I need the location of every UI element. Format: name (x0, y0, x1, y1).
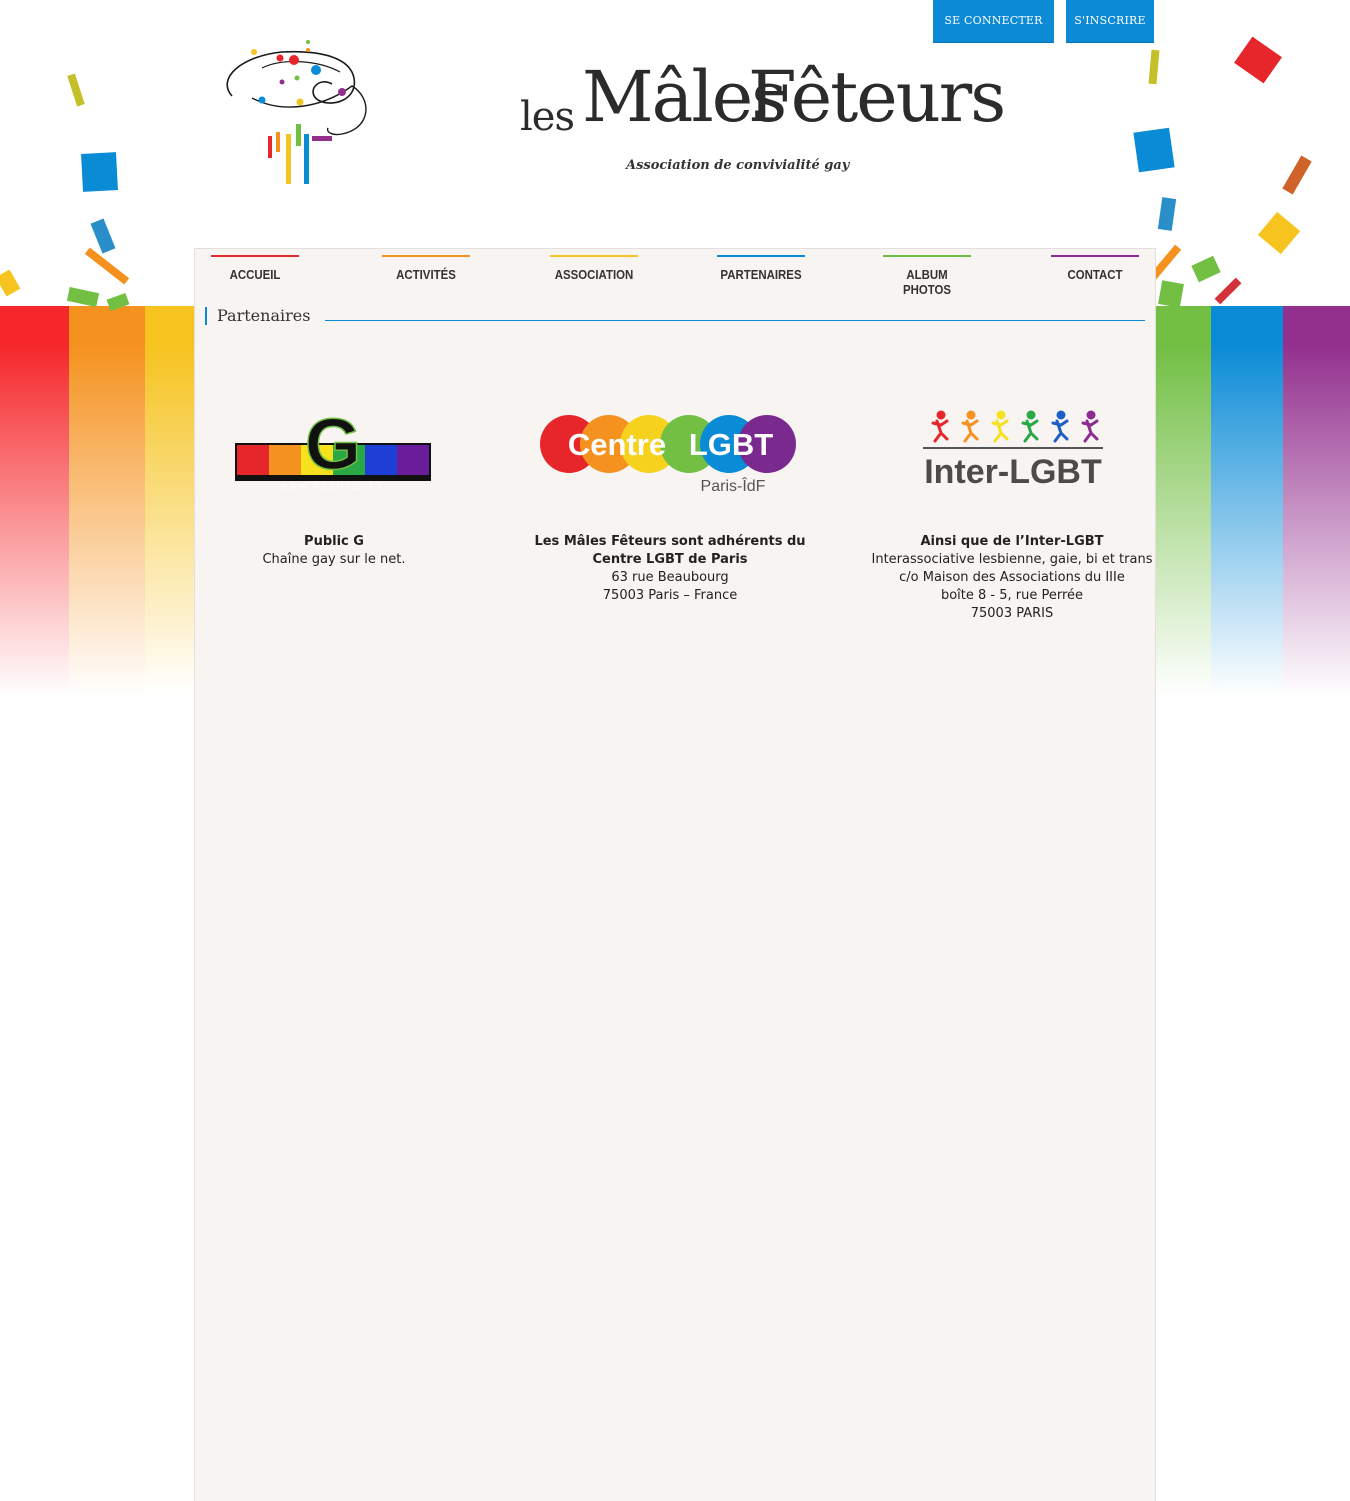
centre-lgbt-logo-text-2: LGBT (689, 427, 773, 462)
partner-inter-lgbt: Ainsi que de l’Inter-LGBT Interassociati… (862, 533, 1162, 623)
publicg-logo[interactable]: G www.PublicG.TV (233, 403, 433, 495)
partner-inter-desc: Interassociative lesbienne, gaie, bi et … (871, 552, 1153, 567)
partner-centre-addr2: 75003 Paris – France (602, 588, 738, 603)
login-button[interactable]: Se connecter (933, 0, 1054, 43)
nav-bar-accueil (211, 255, 299, 257)
nav-label: ASSOCIATION (554, 267, 634, 282)
nav-bar-activites (382, 255, 470, 257)
publicg-logo-letter: G (305, 405, 361, 485)
nav-item-album-photos[interactable]: ALBUM PHOTOS (883, 255, 971, 297)
site-emblem-icon (226, 40, 367, 184)
nav-label: ALBUM PHOTOS (902, 267, 952, 297)
rainbow-stripe-green (1155, 306, 1211, 696)
partner-publicg: Public G Chaîne gay sur le net. (184, 533, 484, 569)
partner-centre-lgbt: Les Mâles Fêteurs sont adhérents du Cent… (520, 533, 820, 605)
partner-inter-addr2: boîte 8 - 5, rue Perrée (940, 588, 1084, 603)
main-content: ACCUEIL ACTIVITÉS ASSOCIATION PARTENAIRE… (194, 248, 1156, 1501)
partner-inter-name: Ainsi que de l’Inter-LGBT (920, 534, 1104, 549)
partner-centre-addr1: 63 rue Beaubourg (611, 570, 729, 585)
partner-publicg-desc: Chaîne gay sur le net. (262, 552, 406, 567)
site-tagline: Association de convivialité gay (626, 158, 850, 173)
nav-bar-album-photos (883, 255, 971, 257)
site-title: les Mâles Fêteurs (518, 56, 1006, 166)
publicg-logo-url: www.PublicG.TV (280, 481, 384, 491)
inter-lgbt-logo-text: Inter-LGBT (924, 453, 1102, 491)
nav-item-activites[interactable]: ACTIVITÉS (382, 255, 470, 282)
nav-item-contact[interactable]: CONTACT (1051, 255, 1139, 282)
centre-lgbt-logo-sub: Paris-ÎdF (701, 476, 766, 495)
nav-bar-contact (1051, 255, 1139, 257)
nav-bar-association (550, 255, 638, 257)
rainbow-stripe-red (0, 306, 69, 696)
site-title-les: les (520, 94, 575, 140)
partner-centre-line1: Les Mâles Fêteurs sont adhérents du (534, 534, 806, 549)
nav-label: ACCUEIL (229, 267, 281, 282)
nav-item-accueil[interactable]: ACCUEIL (211, 255, 299, 282)
rainbow-stripe-blue (1211, 306, 1283, 696)
partner-inter-addr1: c/o Maison des Associations du IIIe (899, 570, 1125, 585)
page-title-divider (325, 320, 1145, 321)
site-title-feteurs: Fêteurs (748, 56, 1006, 138)
signup-button[interactable]: S'inscrire (1066, 0, 1154, 43)
nav-bar-partenaires (717, 255, 805, 257)
nav-label: ACTIVITÉS (396, 267, 456, 282)
page-title: Partenaires (205, 307, 310, 325)
inter-lgbt-logo[interactable]: Inter-LGBT (907, 407, 1117, 493)
nav-label: CONTACT (1067, 267, 1123, 282)
centre-lgbt-logo-text-1: Centre (568, 427, 666, 462)
partner-publicg-name: Public G (304, 534, 364, 549)
nav-item-partenaires[interactable]: PARTENAIRES (717, 255, 805, 282)
partner-centre-line2: Centre LGBT de Paris (592, 552, 748, 567)
centre-lgbt-logo[interactable]: Centre LGBT Paris-ÎdF (535, 409, 805, 501)
nav-item-association[interactable]: ASSOCIATION (550, 255, 638, 282)
partner-inter-addr3: 75003 PARIS (970, 606, 1054, 621)
nav-label: PARTENAIRES (720, 267, 802, 282)
rainbow-stripe-orange (69, 306, 145, 696)
rainbow-stripe-yellow (145, 306, 194, 696)
rainbow-stripe-purple (1283, 306, 1350, 696)
